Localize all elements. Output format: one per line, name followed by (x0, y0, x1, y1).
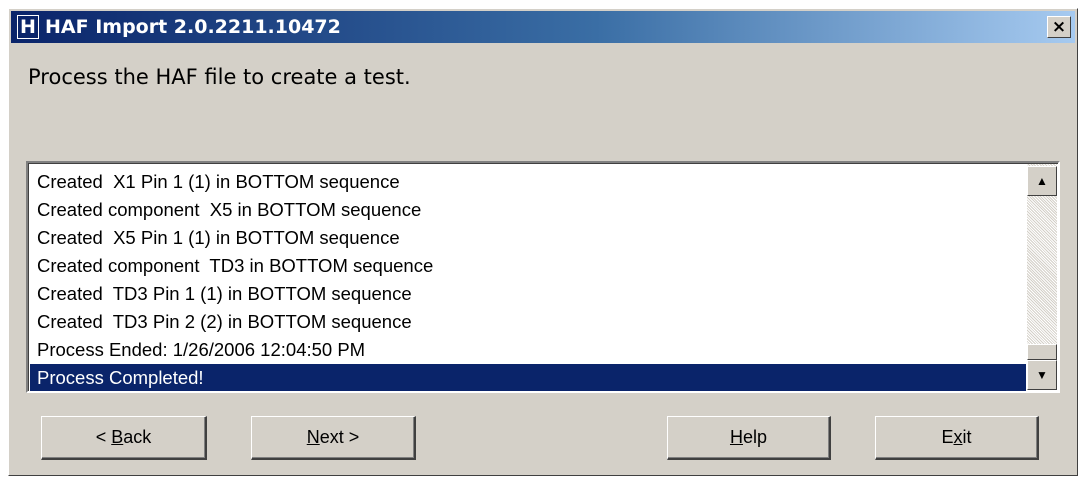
title-bar[interactable]: H HAF Import 2.0.2211.10472 × (11, 11, 1075, 43)
help-button[interactable]: Help (667, 416, 831, 460)
app-icon: H (17, 15, 39, 39)
arrow-up-icon: ▲ (1036, 174, 1048, 188)
help-button-label: Help (729, 427, 768, 447)
exit-button-label: Exit (941, 427, 972, 447)
list-item[interactable]: Created TD3 Pin 1 (1) in BOTTOM sequence (30, 280, 1026, 308)
scroll-down-button[interactable]: ▼ (1027, 360, 1057, 390)
scrollbar-thumb[interactable] (1027, 344, 1057, 360)
process-log-list[interactable]: Created X1 Pin 1 (1) in BOTTOM sequence C… (26, 161, 1060, 393)
instruction-text: Process the HAF file to create a test. (28, 65, 411, 89)
list-item[interactable]: Created component X5 in BOTTOM sequence (30, 196, 1026, 224)
next-button-label: Next > (306, 427, 360, 447)
haf-import-window: H HAF Import 2.0.2211.10472 × Process th… (8, 8, 1078, 476)
scroll-up-button[interactable]: ▲ (1027, 166, 1057, 196)
exit-button[interactable]: Exit (875, 416, 1039, 460)
window-title: HAF Import 2.0.2211.10472 (45, 16, 341, 38)
list-item[interactable]: Created X5 Pin 1 (1) in BOTTOM sequence (30, 224, 1026, 252)
next-button[interactable]: Next > (251, 416, 416, 460)
list-item[interactable]: Process Ended: 1/26/2006 12:04:50 PM (30, 336, 1026, 364)
vertical-scrollbar[interactable]: ▲ ▼ (1027, 164, 1057, 390)
back-button[interactable]: < Back (41, 416, 207, 460)
list-item-selected[interactable]: Process Completed! (30, 364, 1026, 391)
list-item[interactable]: Created component TD3 in BOTTOM sequence (30, 252, 1026, 280)
list-item[interactable]: Created TD3 Pin 2 (2) in BOTTOM sequence (30, 308, 1026, 336)
close-button[interactable]: × (1047, 16, 1071, 38)
arrow-down-icon: ▼ (1036, 368, 1048, 382)
log-items: Created X1 Pin 1 (1) in BOTTOM sequence C… (30, 168, 1026, 391)
list-item[interactable]: Created X1 Pin 1 (1) in BOTTOM sequence (30, 168, 1026, 196)
back-button-label: < Back (95, 427, 152, 447)
